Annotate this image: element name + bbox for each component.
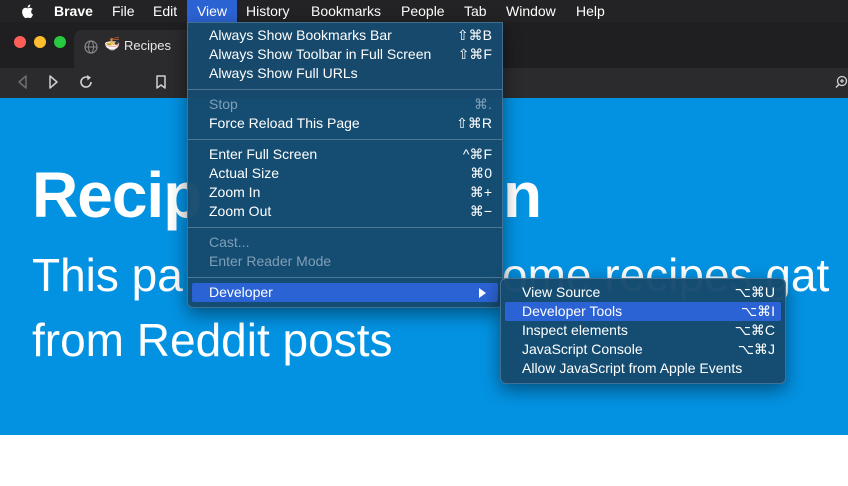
menu-item-always-show-bookmarks-bar[interactable]: Always Show Bookmarks Bar ⇧⌘B [188,26,502,45]
view-menu: Always Show Bookmarks Bar ⇧⌘B Always Sho… [187,22,503,308]
menu-item-shortcut: ⌥⌘U [734,284,775,300]
menu-item-view-source[interactable]: View Source ⌥⌘U [501,283,785,302]
page-title-visible-part: Recip [32,159,202,231]
menu-item-zoom-out[interactable]: Zoom Out ⌘− [188,202,502,221]
menu-item-label: Inspect elements [522,322,628,338]
menu-item-actual-size[interactable]: Actual Size ⌘0 [188,164,502,183]
menu-separator [188,227,502,228]
menu-item-label: Developer [209,284,273,300]
menu-item-label: Developer Tools [522,303,623,319]
reload-icon[interactable] [75,71,97,93]
menu-item-allow-js-apple-events[interactable]: Allow JavaScript from Apple Events [501,359,785,378]
menu-item-shortcut: ⌘− [469,203,492,219]
menu-edit[interactable]: Edit [153,0,177,22]
page-subtitle-line1-left: This pa [32,249,183,301]
menu-item-developer-tools[interactable]: Developer Tools ⌥⌘I [505,302,781,321]
menu-item-inspect-elements[interactable]: Inspect elements ⌥⌘C [501,321,785,340]
menu-item-always-show-full-urls[interactable]: Always Show Full URLs [188,64,502,83]
menu-item-shortcut: ⌥⌘C [734,322,775,338]
forward-icon[interactable] [42,71,64,93]
menu-item-shortcut: ⌥⌘I [740,303,775,319]
menu-item-label: Always Show Bookmarks Bar [209,27,392,43]
page-subtitle-line2: from Reddit posts [32,314,393,366]
menu-tab[interactable]: Tab [464,0,487,22]
bookmark-icon[interactable] [150,71,172,93]
menu-item-shortcut: ⇧⌘R [456,115,492,131]
menu-item-label: Cast... [209,234,250,250]
menu-item-shortcut: ⌘. [474,96,492,112]
apple-logo-icon[interactable] [20,3,36,19]
macos-menu-bar: Brave File Edit View History Bookmarks P… [0,0,848,22]
menu-item-label: Always Show Toolbar in Full Screen [209,46,432,62]
menu-item-shortcut: ⌥⌘J [737,341,775,357]
minimize-window-button[interactable] [34,36,46,48]
page-title: Recip [32,158,202,232]
menu-item-zoom-in[interactable]: Zoom In ⌘+ [188,183,502,202]
menu-item-shortcut: ⌘0 [470,165,492,181]
menu-people[interactable]: People [401,0,445,22]
menu-item-label: JavaScript Console [522,341,643,357]
menu-item-label: Force Reload This Page [209,115,360,131]
menu-item-label: View Source [522,284,601,300]
menu-item-label: Actual Size [209,165,280,181]
menu-item-label: Allow JavaScript from Apple Events [522,360,743,376]
tab-favicon-emoji: 🍜 [104,36,121,51]
developer-submenu: View Source ⌥⌘U Developer Tools ⌥⌘I Insp… [500,278,786,384]
menu-item-force-reload[interactable]: Force Reload This Page ⇧⌘R [188,114,502,133]
tab-title: Recipes [124,38,171,53]
menu-item-label: Zoom Out [209,203,272,219]
close-window-button[interactable] [14,36,26,48]
menu-help[interactable]: Help [576,0,605,22]
menu-item-enter-reader-mode: Enter Reader Mode [188,252,502,271]
menu-item-always-show-toolbar-fullscreen[interactable]: Always Show Toolbar in Full Screen ⇧⌘F [188,45,502,64]
menu-item-label: Enter Full Screen [209,146,318,162]
menu-item-shortcut: ⌘+ [469,184,492,200]
menu-item-shortcut: ⇧⌘F [457,46,492,62]
globe-icon [84,40,98,54]
submenu-arrow-icon [479,288,486,298]
menu-item-cast: Cast... [188,233,502,252]
menu-item-label: Stop [209,96,238,112]
menu-item-enter-full-screen[interactable]: Enter Full Screen ^⌘F [188,145,502,164]
menu-app-brave[interactable]: Brave [54,0,93,22]
menu-separator [188,89,502,90]
page-title-tail: n [503,159,543,231]
menu-item-shortcut: ⇧⌘B [456,27,492,43]
menu-item-shortcut: ^⌘F [462,146,492,162]
menu-separator [188,139,502,140]
zoom-window-button[interactable] [54,36,66,48]
menu-view[interactable]: View [187,0,237,22]
menu-window[interactable]: Window [506,0,556,22]
menu-item-label: Enter Reader Mode [209,253,332,269]
menu-history[interactable]: History [246,0,290,22]
menu-item-developer[interactable]: Developer [192,283,498,302]
menu-item-stop: Stop ⌘. [188,95,502,114]
menu-file[interactable]: File [112,0,135,22]
menu-bookmarks[interactable]: Bookmarks [311,0,381,22]
menu-separator [188,277,502,278]
menu-item-label: Zoom In [209,184,261,200]
menu-item-label: Always Show Full URLs [209,65,358,81]
zoom-magnifier-icon[interactable] [834,72,848,94]
back-icon[interactable] [12,71,34,93]
menu-item-javascript-console[interactable]: JavaScript Console ⌥⌘J [501,340,785,359]
